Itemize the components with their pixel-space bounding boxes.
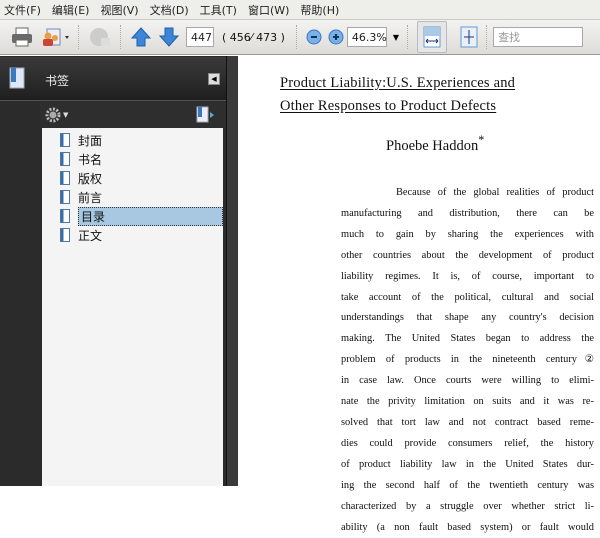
- body-text: Because of the global realities of produ…: [341, 183, 594, 538]
- text-line: other countries about the development of…: [341, 246, 594, 267]
- bookmark-item[interactable]: 封面: [60, 131, 223, 149]
- zoom-out-button[interactable]: [306, 24, 322, 50]
- fit-width-button[interactable]: [417, 21, 447, 53]
- separator: [120, 25, 122, 49]
- menu-file[interactable]: 文件(F): [0, 2, 48, 18]
- text-line: in case law. Once courts were willing to…: [341, 371, 594, 392]
- menu-bar: 文件(F) 编辑(E) 视图(V) 文档(D) 工具(T) 窗口(W) 帮助(H…: [0, 0, 600, 20]
- options-button[interactable]: ▼: [45, 107, 68, 123]
- users-icon: [40, 26, 70, 48]
- text-line: dies could provide consumers relief, the…: [341, 434, 594, 455]
- previous-page-button[interactable]: [130, 24, 152, 50]
- panel-resize-handle[interactable]: [226, 56, 238, 486]
- document-title-line1: Product Liability:U.S. Experiences and: [280, 75, 515, 92]
- menu-view[interactable]: 视图(V): [96, 2, 145, 18]
- web-button[interactable]: [88, 24, 112, 50]
- text-line: solved that tort law and not contract ba…: [341, 413, 594, 434]
- chevron-down-icon: ▼: [393, 33, 399, 42]
- bookmark-icon: [60, 152, 70, 166]
- document-title-line2: Other Responses to Product Defects: [280, 98, 496, 115]
- bookmark-options-bar: ▼: [40, 102, 226, 128]
- zoom-dropdown[interactable]: ▼: [393, 24, 399, 50]
- text-line: nate the privity limitation on suits and…: [341, 392, 594, 413]
- collaborate-button[interactable]: [40, 24, 70, 50]
- page-number-input[interactable]: 447: [186, 27, 214, 47]
- panel-header: 书签 ◀: [0, 57, 226, 101]
- printer-icon: [10, 26, 34, 48]
- fit-page-icon: [460, 26, 478, 48]
- bookmark-icon: [60, 209, 70, 223]
- text-line: making. The United States began to addre…: [341, 329, 594, 350]
- bookmarks-panel: 书签 ◀ ▼ 封面 书名 版权 前言 目录 正文: [0, 56, 238, 486]
- zoom-in-button[interactable]: [328, 24, 344, 50]
- bookmark-icon: [60, 228, 70, 242]
- bookmark-expand-icon: [196, 106, 216, 124]
- print-button[interactable]: [10, 24, 34, 50]
- panel-title: 书签: [45, 72, 69, 89]
- zoom-input[interactable]: 46.3%: [347, 27, 387, 47]
- separator: [407, 25, 409, 49]
- arrow-down-icon: [158, 26, 180, 48]
- arrow-up-icon: [130, 26, 152, 48]
- menu-window[interactable]: 窗口(W): [244, 2, 296, 18]
- menu-document[interactable]: 文档(D): [146, 2, 196, 18]
- bookmark-list: 封面 书名 版权 前言 目录 正文: [42, 128, 223, 486]
- bookmark-icon: [60, 190, 70, 204]
- menu-help[interactable]: 帮助(H): [296, 2, 346, 18]
- separator: [78, 25, 80, 49]
- bookmark-item[interactable]: 正文: [60, 226, 223, 244]
- text-line: characterized by a struggle over whether…: [341, 497, 594, 518]
- plus-circle-icon: [328, 29, 344, 45]
- chevron-down-icon: ▼: [63, 111, 68, 119]
- text-line: manufacturing and distribution, there ca…: [341, 204, 594, 225]
- text-line: understandings that shape any country's …: [341, 308, 594, 329]
- collapse-panel-button[interactable]: ◀: [208, 73, 220, 85]
- text-line: of product liability law in the United S…: [341, 455, 594, 476]
- separator: [486, 25, 488, 49]
- text-line: much to gain by sharing the experiences …: [341, 225, 594, 246]
- gear-icon: [45, 107, 61, 123]
- document-page: Product Liability:U.S. Experiences and O…: [238, 56, 600, 486]
- fit-page-button[interactable]: [460, 24, 478, 50]
- next-page-button[interactable]: [158, 24, 180, 50]
- search-input[interactable]: 查找: [493, 27, 583, 47]
- bookmark-item[interactable]: 版权: [60, 169, 223, 187]
- author: Phoebe Haddon*: [386, 133, 484, 155]
- bookmark-item[interactable]: 书名: [60, 150, 223, 168]
- text-line: ability (a non fault based system) or fa…: [341, 518, 594, 538]
- text-line: liability regimes. It is, of course, imp…: [341, 267, 594, 288]
- text-line: Because of the global realities of produ…: [341, 183, 594, 204]
- toolbar: 447 ( 456⁄ 473 ) 46.3% ▼ 查找: [0, 20, 600, 55]
- bookmark-item-selected[interactable]: 目录: [60, 207, 223, 225]
- bookmark-icon: [60, 171, 70, 185]
- bookmark-item[interactable]: 前言: [60, 188, 223, 206]
- bookmark-icon: [60, 133, 70, 147]
- minus-circle-icon: [306, 29, 322, 45]
- fit-width-icon: [423, 26, 441, 48]
- menu-tools[interactable]: 工具(T): [196, 2, 244, 18]
- text-line: ing the second half of the twentieth cen…: [341, 476, 594, 497]
- globe-icon: [88, 26, 112, 48]
- separator: [296, 25, 298, 49]
- new-bookmark-button[interactable]: [196, 106, 216, 128]
- page-count: ( 456⁄ 473 ): [222, 31, 285, 44]
- text-line: problem of products in the nineteenth ce…: [341, 350, 594, 371]
- menu-edit[interactable]: 编辑(E): [48, 2, 97, 18]
- text-line: take account of the political, cultural …: [341, 288, 594, 309]
- bookmark-panel-icon: [8, 66, 26, 90]
